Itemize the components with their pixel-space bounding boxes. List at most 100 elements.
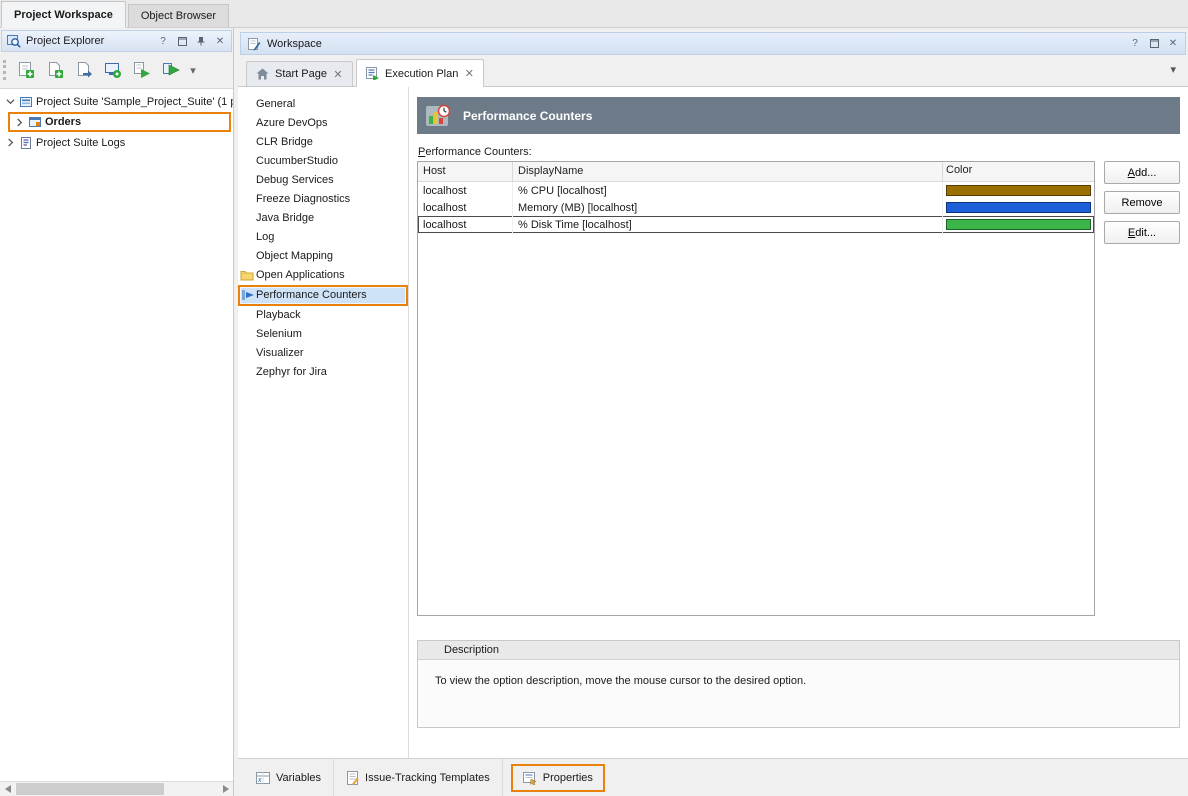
add-project-suite-icon[interactable] <box>13 57 39 83</box>
chevron-right-icon[interactable] <box>4 137 16 149</box>
nav-item-azure-devops[interactable]: Azure DevOps <box>238 114 408 133</box>
float-icon[interactable] <box>1148 38 1160 50</box>
main-tab-strip: Project Workspace Object Browser <box>0 0 1188 28</box>
cell-color <box>943 182 1094 199</box>
project-explorer-header: Project Explorer ? ✕ <box>1 30 232 52</box>
document-tab-strip: Start Page ✕ Execution Plan ✕ ▾ <box>238 55 1188 87</box>
tree-item-label: Project Suite Logs <box>36 137 125 149</box>
nav-item-log[interactable]: Log <box>238 228 408 247</box>
close-icon[interactable]: ✕ <box>333 68 343 81</box>
nav-item-performance-counters[interactable]: Performance Counters <box>238 285 408 306</box>
table-row[interactable]: localhost Memory (MB) [localhost] <box>418 199 1094 216</box>
color-bar <box>946 185 1091 196</box>
scroll-right-icon[interactable] <box>218 782 233 796</box>
project-tree: Project Suite 'Sample_Project_Suite' (1 … <box>0 88 233 781</box>
tab-properties[interactable]: Properties <box>511 764 605 792</box>
tab-project-workspace[interactable]: Project Workspace <box>1 1 126 28</box>
scroll-left-icon[interactable] <box>0 782 15 796</box>
tab-start-page[interactable]: Start Page ✕ <box>246 61 353 86</box>
cell-host: localhost <box>418 182 513 199</box>
float-icon[interactable] <box>176 35 188 47</box>
nav-item-label: Open Applications <box>256 269 345 281</box>
nav-item-visualizer[interactable]: Visualizer <box>238 344 408 363</box>
project-explorer-title: Project Explorer <box>26 35 152 47</box>
nav-item-selenium[interactable]: Selenium <box>238 325 408 344</box>
properties-icon <box>523 771 537 785</box>
variables-icon: x <box>256 771 270 785</box>
nav-item-clr-bridge[interactable]: CLR Bridge <box>238 133 408 152</box>
tab-object-browser[interactable]: Object Browser <box>128 4 229 27</box>
project-explorer-icon <box>7 34 21 48</box>
project-explorer-toolbar: ▾ <box>0 52 233 88</box>
description-header: Description <box>418 641 1179 660</box>
help-button[interactable]: ? <box>1129 38 1141 50</box>
nav-item-debug-services[interactable]: Debug Services <box>238 171 408 190</box>
tree-item-orders[interactable]: Orders <box>8 112 231 132</box>
nav-item-general[interactable]: General <box>238 95 408 114</box>
remove-button[interactable]: Remove <box>1104 191 1180 214</box>
cell-host: localhost <box>418 199 513 216</box>
performance-counters-icon <box>425 104 451 128</box>
run-project-icon[interactable] <box>158 57 184 83</box>
chevron-right-icon[interactable] <box>13 116 25 128</box>
add-new-item-icon[interactable] <box>42 57 68 83</box>
tree-item-label: Project Suite 'Sample_Project_Suite' (1 … <box>36 96 233 108</box>
toolbar-grip[interactable] <box>3 60 8 80</box>
table-row[interactable]: localhost % CPU [localhost] <box>418 182 1094 199</box>
workspace-icon <box>247 37 261 51</box>
svg-text:x: x <box>257 777 262 784</box>
project-explorer-panel: Project Explorer ? ✕ <box>0 28 234 796</box>
cell-color <box>943 199 1094 216</box>
description-text: To view the option description, move the… <box>418 660 1179 687</box>
edit-button[interactable]: Edit... <box>1104 221 1180 244</box>
cell-displayname: % CPU [localhost] <box>513 182 943 199</box>
nav-item-freeze-diagnostics[interactable]: Freeze Diagnostics <box>238 190 408 209</box>
table-row-selected[interactable]: localhost % Disk Time [localhost] <box>418 216 1094 233</box>
tree-item-project-suite-logs[interactable]: Project Suite Logs <box>0 133 233 152</box>
tab-label: Variables <box>276 772 321 784</box>
help-button[interactable]: ? <box>157 35 169 47</box>
description-panel: Description To view the option descripti… <box>417 640 1180 728</box>
project-explorer-window-buttons: ? ✕ <box>157 35 226 47</box>
close-icon[interactable]: ✕ <box>214 35 226 47</box>
scrollbar-thumb[interactable] <box>16 783 164 795</box>
nav-item-open-applications[interactable]: Open Applications <box>238 266 408 285</box>
tab-list-caret-icon[interactable]: ▾ <box>1170 63 1176 76</box>
column-header-displayname[interactable]: DisplayName <box>513 162 943 181</box>
add-existing-item-icon[interactable] <box>71 57 97 83</box>
column-header-color[interactable]: Color <box>943 162 1094 181</box>
counters-table[interactable]: Host DisplayName Color localhost % CPU [… <box>417 161 1095 616</box>
table-header-row: Host DisplayName Color <box>418 162 1094 182</box>
tree-item-project-suite[interactable]: Project Suite 'Sample_Project_Suite' (1 … <box>0 92 233 111</box>
nav-item-zephyr-for-jira[interactable]: Zephyr for Jira <box>238 363 408 382</box>
cell-host: localhost <box>418 216 513 233</box>
execution-plan-icon <box>366 67 379 80</box>
tab-execution-plan[interactable]: Execution Plan ✕ <box>356 59 484 87</box>
workspace-panel: Workspace ? ✕ Start Page ✕ Execution Pla… <box>238 28 1188 796</box>
project-icon <box>28 115 42 129</box>
color-bar <box>946 219 1091 230</box>
tab-issue-tracking-templates[interactable]: Issue-Tracking Templates <box>334 759 503 796</box>
tab-label: Properties <box>543 772 593 784</box>
home-icon <box>256 68 269 80</box>
run-project-suite-icon[interactable] <box>129 57 155 83</box>
column-header-host[interactable]: Host <box>418 162 513 181</box>
nav-item-object-mapping[interactable]: Object Mapping <box>238 247 408 266</box>
counters-grid-region: Host DisplayName Color localhost % CPU [… <box>417 161 1180 616</box>
nav-item-java-bridge[interactable]: Java Bridge <box>238 209 408 228</box>
nav-item-cucumberstudio[interactable]: CucumberStudio <box>238 152 408 171</box>
nav-item-playback[interactable]: Playback <box>238 306 408 325</box>
screen-capture-icon[interactable] <box>100 57 126 83</box>
close-icon[interactable]: ✕ <box>464 67 474 80</box>
horizontal-scrollbar[interactable] <box>0 781 233 796</box>
tab-variables[interactable]: x Variables <box>244 759 334 796</box>
chevron-down-icon[interactable] <box>4 96 16 108</box>
bottom-tab-strip: x Variables Issue-Tracking Templates Pro… <box>238 758 1188 796</box>
pin-icon[interactable] <box>195 35 207 47</box>
table-buttons: Add... Remove Edit... <box>1104 161 1180 244</box>
toolbar-overflow-caret-icon[interactable]: ▾ <box>187 57 199 83</box>
close-icon[interactable]: ✕ <box>1167 38 1179 50</box>
application-window: { "window": { "top_tabs": [ { "label": "… <box>0 0 1188 796</box>
cell-color <box>943 216 1094 233</box>
add-button[interactable]: Add... <box>1104 161 1180 184</box>
